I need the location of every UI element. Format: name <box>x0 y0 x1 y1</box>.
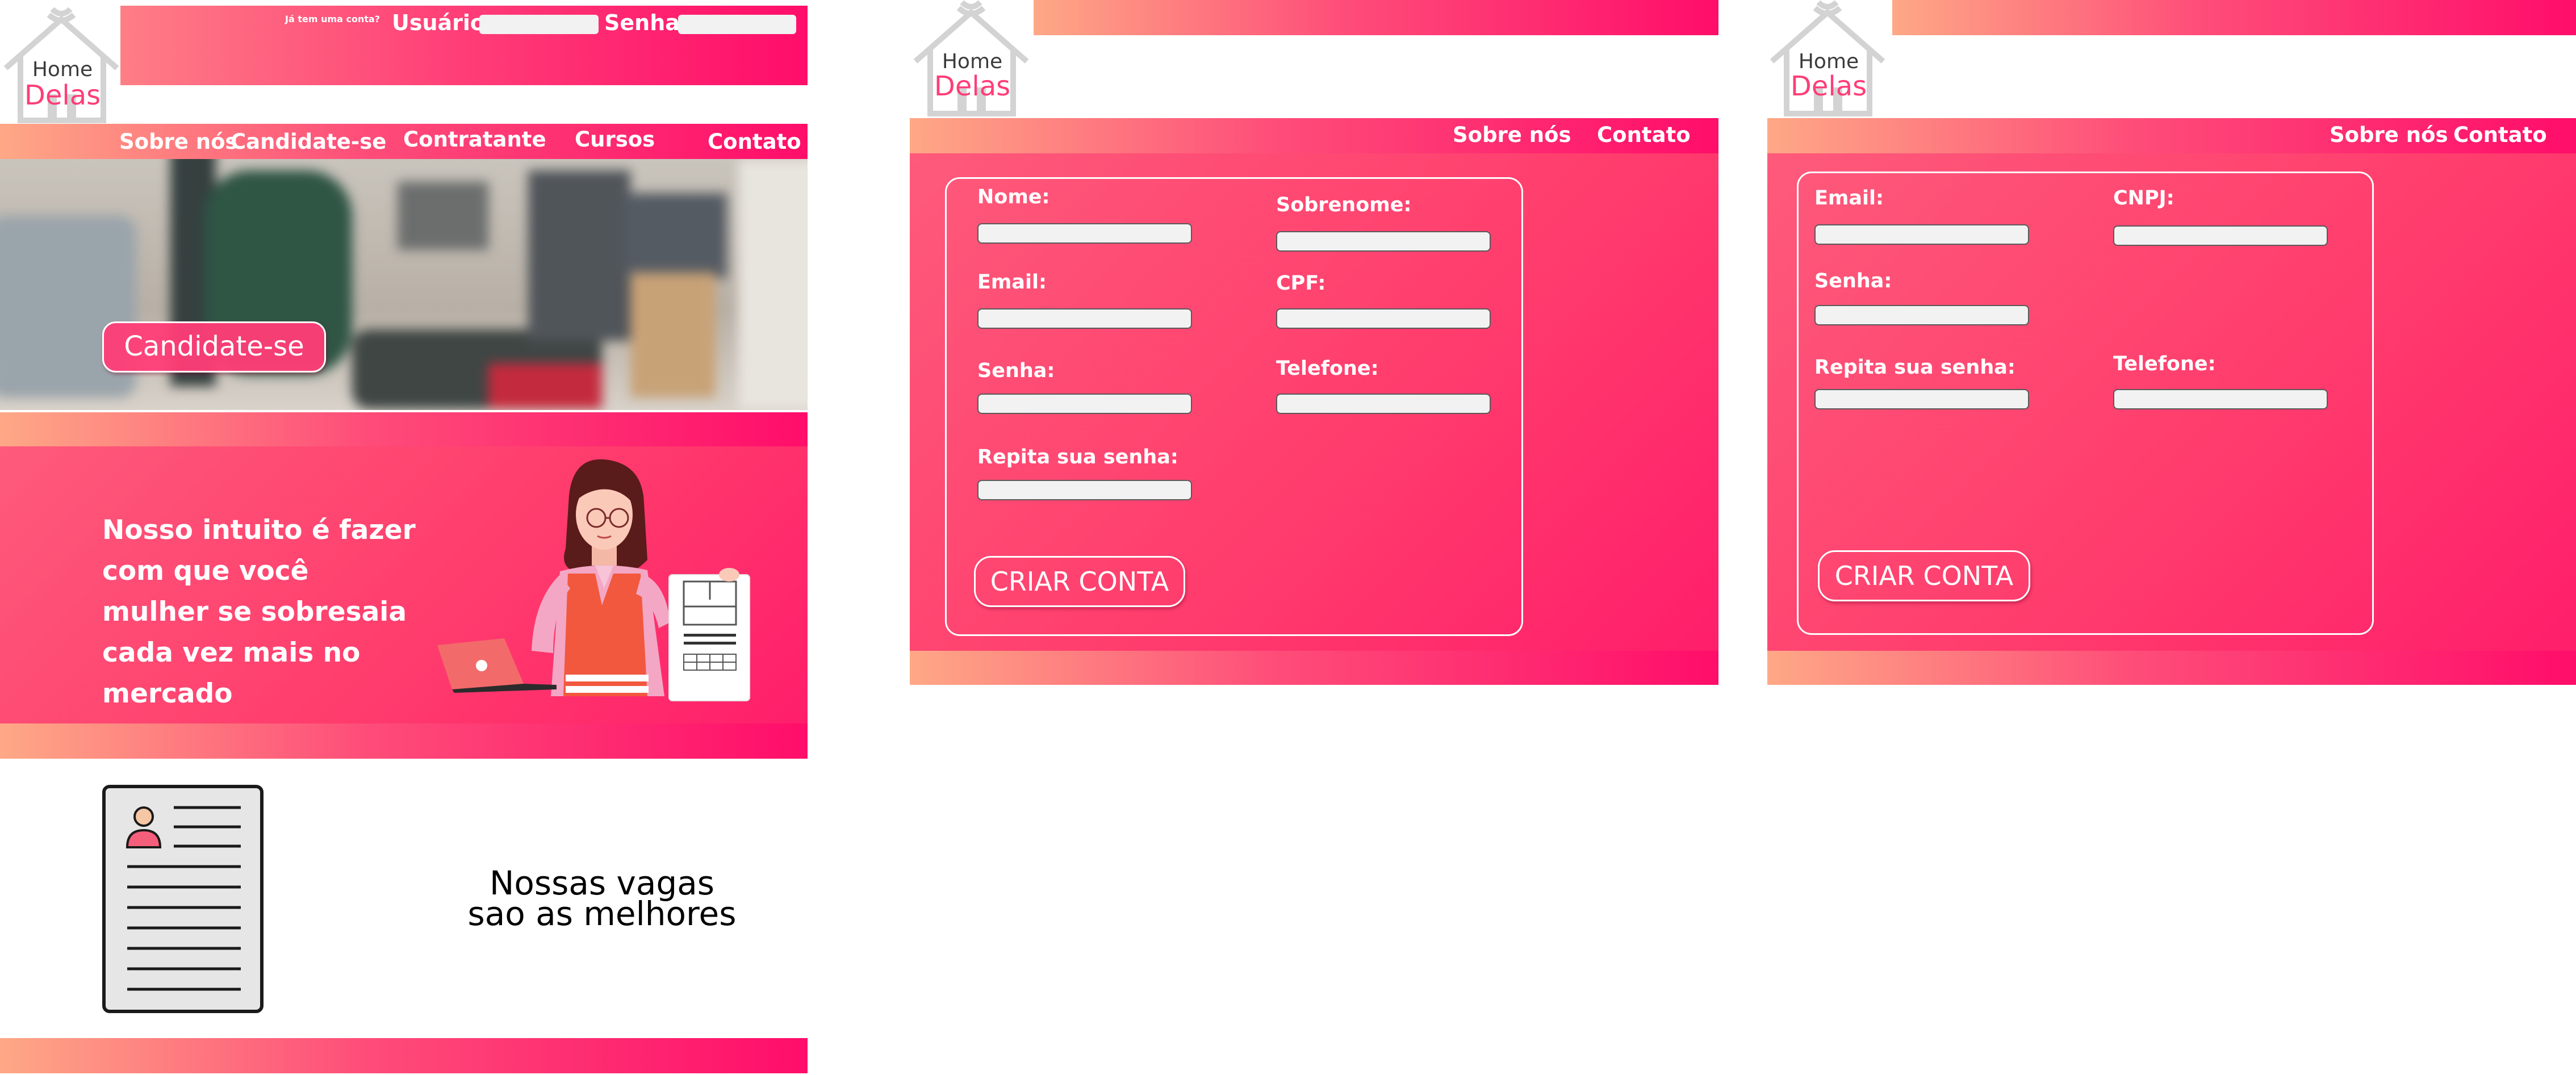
password-label: Senha <box>604 10 680 35</box>
jobs-text-line2: sao as melhores <box>467 894 737 933</box>
nav-contato[interactable]: Contato <box>2453 123 2547 147</box>
company-nav: Sobre nós Contato <box>1767 118 2576 153</box>
label-repita-senha: Repita sua senha: <box>1814 356 2015 379</box>
mission-text: Nosso intuito é fazer com que você mulhe… <box>102 515 416 709</box>
input-repita-senha[interactable] <box>977 480 1192 500</box>
label-telefone: Telefone: <box>1276 357 1379 380</box>
logo-home-text: Home <box>32 58 93 81</box>
nav-sobre-nos[interactable]: Sobre nós <box>119 129 238 154</box>
worker-illustration <box>437 459 750 701</box>
company-top-bar <box>1892 0 2576 35</box>
label-cnpj: CNPJ: <box>2113 187 2174 210</box>
criar-conta-button[interactable]: CRIAR CONTA <box>1818 550 2030 601</box>
input-nome[interactable] <box>977 223 1192 244</box>
hero-candidate-button[interactable]: Candidate-se <box>102 321 326 373</box>
candidate-footer <box>910 651 1718 685</box>
input-sobrenome[interactable] <box>1276 231 1491 252</box>
resume-document-icon <box>102 785 264 1013</box>
nav-cursos[interactable]: Cursos <box>575 127 655 152</box>
input-email[interactable] <box>977 308 1192 329</box>
nav-contratante[interactable]: Contratante <box>403 127 546 152</box>
main-nav: Sobre nós Candidate-se Contratante Curso… <box>0 124 808 159</box>
footer-bar <box>0 1038 808 1073</box>
company-footer <box>1767 651 2576 685</box>
label-sobrenome: Sobrenome: <box>1276 194 1412 216</box>
label-telefone: Telefone: <box>2113 353 2216 375</box>
password-input[interactable] <box>678 15 796 34</box>
label-senha: Senha: <box>977 359 1055 382</box>
logo-delas-text: Delas <box>24 80 101 111</box>
user-label: Usuário <box>392 10 486 35</box>
label-nome: Nome: <box>977 186 1050 208</box>
candidate-nav: Sobre nós Contato <box>910 118 1718 153</box>
input-senha[interactable] <box>977 394 1192 414</box>
candidate-top-bar <box>1034 0 1718 35</box>
input-email[interactable] <box>1814 224 2029 245</box>
nav-contato[interactable]: Contato <box>708 129 801 154</box>
company-form-section: Email: CNPJ: Senha: Repita sua senha: Te… <box>1767 153 2576 651</box>
divider-bar <box>0 412 808 446</box>
label-email: Email: <box>977 271 1047 294</box>
divider-bar-2 <box>0 723 808 759</box>
company-form: Email: CNPJ: Senha: Repita sua senha: Te… <box>1797 172 2374 635</box>
brand-logo[interactable]: Home Delas <box>0 7 125 126</box>
input-cpf[interactable] <box>1276 308 1491 329</box>
candidate-form-section: Nome: Sobrenome: Email: CPF: Senha: Tele… <box>910 153 1718 651</box>
brand-logo-candidate[interactable]: Home Delas <box>910 0 1035 119</box>
logo-home-text: Home <box>942 50 1003 73</box>
mission-section: Nosso intuito é fazer com que você mulhe… <box>0 446 808 723</box>
logo-delas-text: Delas <box>934 70 1011 102</box>
logo-home-text: Home <box>1798 50 1859 73</box>
nav-contato[interactable]: Contato <box>1597 123 1691 147</box>
jobs-text: Nossas vagas sao as melhores <box>443 864 761 933</box>
nav-sobre-nos[interactable]: Sobre nós <box>2330 123 2448 147</box>
label-repita-senha: Repita sua senha: <box>977 446 1178 469</box>
label-cpf: CPF: <box>1276 272 1326 295</box>
nav-candidate-se[interactable]: Candidate-se <box>231 129 386 154</box>
user-input[interactable] <box>479 15 599 34</box>
input-telefone[interactable] <box>2113 389 2328 409</box>
brand-logo-company[interactable]: Home Delas <box>1766 0 1891 119</box>
hero-image: Candidate-se <box>0 159 808 410</box>
label-email: Email: <box>1814 187 1884 210</box>
input-senha[interactable] <box>1814 305 2029 325</box>
nav-sobre-nos[interactable]: Sobre nós <box>1453 123 1571 147</box>
label-senha: Senha: <box>1814 270 1892 292</box>
login-prompt: Já tem uma conta? <box>285 14 380 24</box>
logo-delas-text: Delas <box>1790 70 1867 102</box>
candidate-form: Nome: Sobrenome: Email: CPF: Senha: Tele… <box>945 177 1523 636</box>
jobs-text-line1: Nossas vagas <box>490 864 714 902</box>
login-bar: Já tem uma conta? Usuário Senha <box>120 6 808 85</box>
input-repita-senha[interactable] <box>1814 389 2029 409</box>
input-telefone[interactable] <box>1276 394 1491 414</box>
criar-conta-button[interactable]: CRIAR CONTA <box>974 556 1185 607</box>
input-cnpj[interactable] <box>2113 225 2328 246</box>
